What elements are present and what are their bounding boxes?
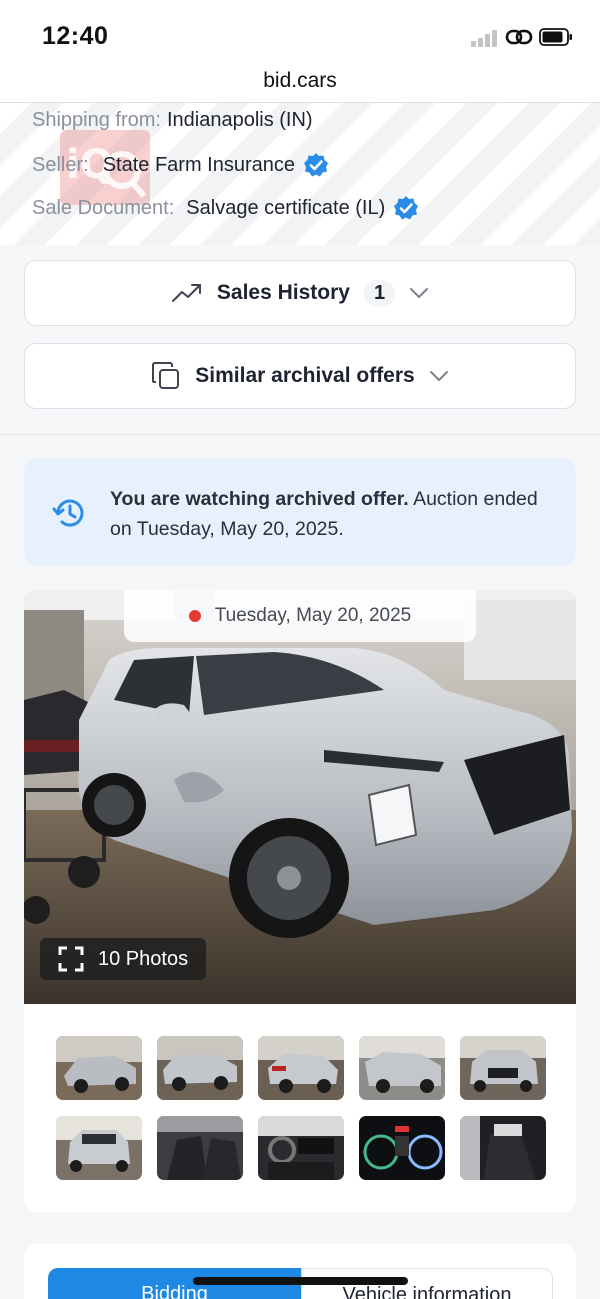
home-indicator[interactable] [193, 1277, 408, 1285]
shipping-row: Shipping from: Indianapolis (IN) [32, 109, 313, 132]
vehicle-info-section: iQ Shipping from: Indianapolis (IN) Sell… [0, 103, 600, 245]
sales-history-toggle[interactable]: Sales History 1 [24, 260, 576, 326]
sales-history-label: Sales History [216, 281, 350, 304]
sale-document-value: Salvage certificate (IL) [186, 196, 386, 219]
status-bar: 12:40 [0, 0, 600, 62]
photo-thumbnail[interactable] [258, 1116, 344, 1180]
photo-thumbnail[interactable] [258, 1036, 344, 1100]
details-tabs-card: Bidding Vehicle information [24, 1244, 576, 1299]
photo-thumbnail[interactable] [460, 1116, 546, 1180]
photos-count-label: 10 Photos [98, 947, 189, 970]
chevron-down-icon [410, 288, 429, 298]
fullscreen-icon [58, 946, 84, 972]
seller-row: Seller: State Farm Insurance [32, 152, 329, 178]
photo-thumbnail[interactable] [157, 1036, 243, 1100]
status-time: 12:40 [42, 22, 109, 50]
url-text: bid.cars [263, 69, 337, 92]
photo-thumbnail[interactable] [460, 1036, 546, 1100]
status-dot [188, 610, 201, 622]
notice-text: You are watching archived offer. Auction… [110, 484, 550, 544]
cellular-signal-icon [471, 30, 499, 47]
history-icon [52, 499, 84, 527]
photo-thumbnail[interactable] [359, 1036, 445, 1100]
archived-offer-notice: You are watching archived offer. Auction… [24, 458, 576, 566]
photo-thumbnail[interactable] [359, 1116, 445, 1180]
verified-badge-icon [394, 196, 419, 220]
similar-offers-label: Similar archival offers [195, 364, 415, 387]
notice-bold-text: You are watching archived offer. [110, 488, 409, 510]
seller-label: Seller: [32, 153, 89, 176]
similar-offers-toggle[interactable]: Similar archival offers [24, 343, 576, 409]
auction-date: Tuesday, May 20, 2025 [214, 605, 412, 626]
photo-thumbnail[interactable] [157, 1116, 243, 1180]
photo-thumbnail[interactable] [56, 1116, 142, 1180]
photo-gallery: Tuesday, May 20, 2025 10 Photos [24, 590, 576, 1212]
sale-document-row: Sale Document: Salvage certificate (IL) [32, 195, 419, 221]
photos-count-button[interactable]: 10 Photos [40, 938, 206, 980]
battery-icon [539, 28, 572, 46]
photo-thumbnail[interactable] [56, 1036, 142, 1100]
seller-value[interactable]: State Farm Insurance [103, 154, 295, 177]
sales-history-count: 1 [363, 279, 396, 307]
auction-date-chip: Tuesday, May 20, 2025 [124, 590, 476, 642]
sale-document-label: Sale Document: [32, 196, 175, 219]
copy-icon [152, 362, 180, 389]
address-bar[interactable]: bid.cars [0, 62, 600, 103]
shipping-value: Indianapolis (IN) [166, 109, 313, 131]
link-icon [505, 29, 533, 45]
trending-up-icon [171, 284, 201, 302]
verified-badge-icon [304, 153, 329, 177]
chevron-down-icon [429, 371, 448, 381]
shipping-label: Shipping from: [32, 109, 161, 131]
